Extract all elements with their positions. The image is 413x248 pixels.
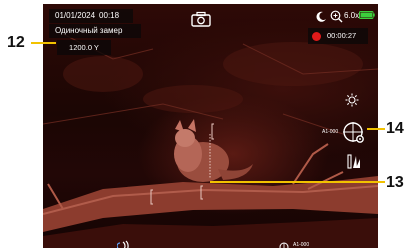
reticle-settings-icon[interactable] xyxy=(342,121,366,145)
record-dot xyxy=(312,31,321,41)
moon-icon xyxy=(316,11,326,22)
date-time-display: 01/01/2024 00:18 xyxy=(49,9,133,23)
callout-12-label: 12 xyxy=(7,34,25,51)
callout-13-label: 13 xyxy=(386,174,404,191)
distance-display: 1200.0 Y xyxy=(57,40,111,55)
recording-timer: 00:00:27 xyxy=(327,31,357,41)
callout-14-label: 14 xyxy=(386,120,404,137)
time-text: 00:18 xyxy=(99,11,120,20)
date-text: 01/01/2024 xyxy=(55,11,96,20)
zoom-level-text: 6.0x xyxy=(344,11,360,20)
callout-14-line xyxy=(367,128,385,130)
bottom-profile-label: A1-000 xyxy=(293,242,310,248)
recording-indicator: 00:00:27 xyxy=(308,28,368,44)
callout-12-line xyxy=(31,42,56,44)
measurement-mode-label: Одиночный замер xyxy=(55,26,123,35)
measurement-mode-display: Одиночный замер xyxy=(49,24,141,38)
reticle-profile-label: A1-000 xyxy=(322,129,339,135)
brightness-icon[interactable] xyxy=(345,93,359,107)
thermal-viewfinder-screen: 01/01/2024 00:18 Одиночный замер 1200.0 … xyxy=(43,4,378,248)
camera-icon[interactable] xyxy=(191,11,211,27)
battery-icon xyxy=(359,11,375,19)
zoom-icon xyxy=(330,10,343,23)
fox-silhouette xyxy=(174,119,253,182)
wifi-icon xyxy=(117,240,129,248)
rangefinder-icon[interactable] xyxy=(347,154,362,170)
callout-13-line xyxy=(210,181,385,183)
distance-value: 1200.0 Y xyxy=(69,42,99,52)
